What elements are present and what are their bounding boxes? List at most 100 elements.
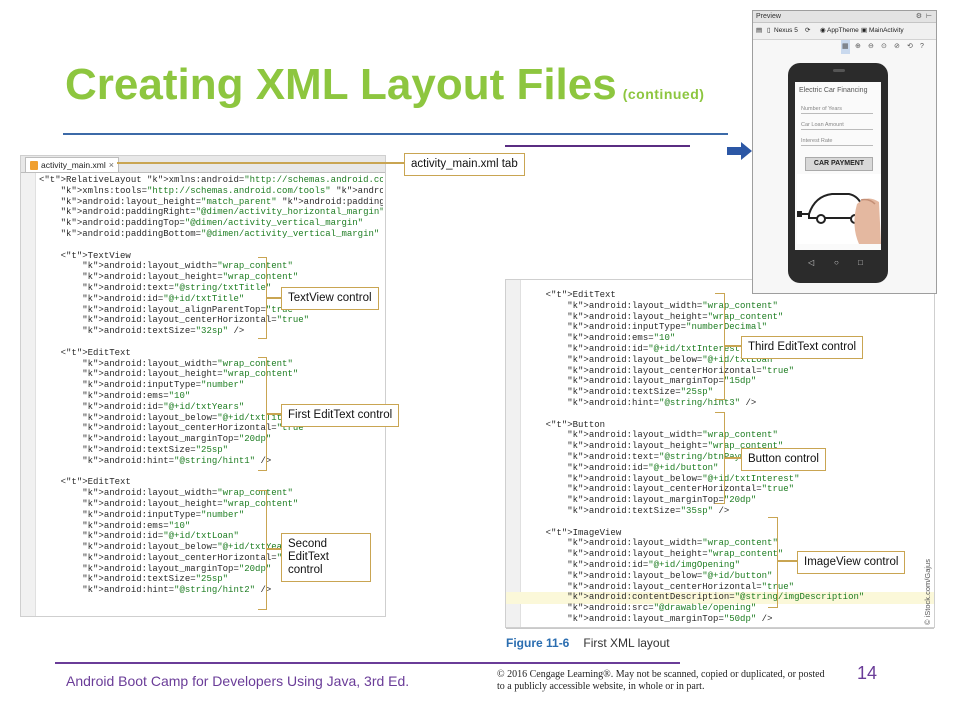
- home-icon[interactable]: ○: [834, 258, 839, 267]
- callout-first-edittext-text: First EditText control: [288, 409, 393, 421]
- rotate-icon[interactable]: ⟳: [805, 23, 810, 39]
- code-line: "k">android:layout_centerHorizontal="tru…: [567, 581, 795, 592]
- third-edittext-bracket: [715, 293, 725, 400]
- code-line: "k">android:textSize="25sp": [82, 444, 229, 455]
- callout-third-edittext: Third EditText control: [741, 336, 864, 359]
- code-line: "k">android:layout_width="wrap_content": [82, 261, 293, 272]
- code-line: "k">android:layout_height="wrap_content": [82, 369, 299, 380]
- code-line: <"t">ImageView: [524, 527, 622, 538]
- tab-callout-line: [117, 162, 404, 164]
- recent-apps-icon[interactable]: □: [858, 258, 863, 267]
- device-selector[interactable]: Nexus 5: [774, 23, 798, 39]
- code-line: <"t">EditText: [39, 477, 131, 488]
- button-callout-line: [724, 457, 741, 459]
- code-line: "k">android:layout_marginTop="20dp": [82, 434, 272, 445]
- imageview-bracket: [768, 517, 778, 608]
- figure-credit: © iStock.com/Gajus: [923, 540, 933, 625]
- code-line: "k">android:layout_width="wrap_content": [82, 358, 293, 369]
- code-line: "k">android:ems="10": [82, 390, 191, 401]
- third-edittext-callout-line: [724, 345, 741, 347]
- code-line: <"t">RelativeLayout "k">xmlns:android="h…: [39, 175, 383, 185]
- second-edittext-bracket: [258, 490, 267, 610]
- zoom-out-icon[interactable]: ⊖: [868, 40, 874, 54]
- footer-course-title: Android Boot Camp for Developers Using J…: [66, 673, 410, 689]
- code-line: "k">android:inputType="number": [82, 380, 245, 391]
- slide-title-text: Creating XML Layout Files: [65, 60, 617, 109]
- tab-label: activity_main.xml: [41, 160, 106, 170]
- code-line: "k">android:paddingBottom="@dimen/activi…: [60, 228, 380, 239]
- car-payment-button[interactable]: CAR PAYMENT: [805, 157, 873, 171]
- back-icon[interactable]: ◁: [808, 258, 814, 267]
- imageview-callout-line: [777, 560, 797, 562]
- help-icon[interactable]: ?: [920, 40, 924, 54]
- interest-input[interactable]: Interest Rate: [801, 138, 873, 146]
- zoom-actual-icon[interactable]: ⊘: [894, 40, 900, 54]
- activity-icon[interactable]: ▣: [861, 23, 867, 39]
- code-line: "k">android:textSize="32sp" />: [82, 326, 245, 337]
- callout-button-text: Button control: [748, 453, 819, 465]
- app-title: Electric Car Financing: [799, 87, 868, 94]
- slide-title-suffix: (continued): [622, 86, 705, 102]
- activity-selector[interactable]: MainActivity: [869, 23, 904, 39]
- preview-toolbar: ▤ ▯ Nexus 5 ⟳ ◉ AppTheme ▣ MainActivity: [753, 23, 936, 40]
- callout-third-edittext-text: Third EditText control: [748, 341, 857, 353]
- slide-title: Creating XML Layout Files (continued): [65, 60, 704, 110]
- phone-screen: Electric Car Financing Number of Years C…: [795, 82, 881, 250]
- code-line: "k">android:layout_marginTop="50dp" />: [567, 613, 773, 624]
- code-line: "k">android:textSize="35sp" />: [567, 505, 730, 516]
- callout-button: Button control: [741, 448, 826, 471]
- layout-icon[interactable]: ▤: [756, 23, 762, 39]
- phone-device: Electric Car Financing Number of Years C…: [788, 63, 888, 283]
- code-line: "k">android:layout_height="wrap_content": [82, 498, 299, 509]
- figure-caption-text: First XML layout: [583, 636, 670, 650]
- preview-header: Preview ⚙ ⊢: [753, 11, 936, 23]
- footer-rule: [55, 662, 680, 664]
- code-line: "k">android:layout_centerHorizontal="tru…: [82, 315, 310, 326]
- phone-nav-bar: ◁ ○ □: [788, 253, 888, 275]
- callout-textview-text: TextView control: [288, 292, 372, 304]
- copyright-notice: © 2016 Cengage Learning®. May not be sca…: [497, 669, 825, 692]
- zoom-reset-icon[interactable]: ⊙: [881, 40, 887, 54]
- car-plug-image: [797, 174, 881, 244]
- preview-title: Preview: [756, 13, 781, 20]
- textview-callout-line: [266, 297, 281, 299]
- years-input[interactable]: Number of Years: [801, 106, 873, 114]
- fit-screen-icon[interactable]: ▦: [841, 40, 850, 54]
- code-line: "k">android:layout_height="match_parent"…: [60, 196, 383, 207]
- callout-activity-tab-text: activity_main.xml tab: [411, 158, 518, 170]
- tab-activity-main[interactable]: activity_main.xml ×: [25, 157, 119, 172]
- close-icon[interactable]: ×: [109, 160, 114, 170]
- phone-speaker: [833, 69, 845, 72]
- minimize-icon[interactable]: ⊢: [926, 11, 932, 22]
- callout-second-edittext: Second EditText control: [281, 533, 371, 582]
- page-number: 14: [857, 663, 878, 683]
- figure-label: Figure 11-6: [506, 636, 570, 650]
- figure-credit-text: © iStock.com/Gajus: [923, 559, 932, 625]
- callout-activity-tab: activity_main.xml tab: [404, 153, 525, 176]
- loan-input[interactable]: Car Loan Amount: [801, 122, 873, 130]
- zoom-in-icon[interactable]: ⊕: [855, 40, 861, 54]
- xml-file-icon: [30, 160, 38, 170]
- code-line: "k">android:contentDescription="@string/…: [567, 592, 865, 603]
- code-line: "k">android:src="@drawable/opening": [567, 603, 757, 614]
- preview-panel: Preview ⚙ ⊢ ▤ ▯ Nexus 5 ⟳ ◉ AppTheme ▣ M…: [752, 10, 937, 294]
- theme-icon[interactable]: ◉: [820, 23, 826, 39]
- theme-selector[interactable]: AppTheme: [827, 23, 859, 39]
- figure-caption-rule: [506, 628, 934, 629]
- code-line: "k">xmlns:tools="http://schemas.android.…: [60, 185, 383, 196]
- code-line: "k">android:layout_width="wrap_content": [567, 538, 778, 549]
- code-line: <"t">TextView: [39, 250, 131, 261]
- right-editor-gutter: [506, 280, 521, 627]
- device-icon[interactable]: ▯: [767, 23, 771, 39]
- editor-gutter: [21, 173, 36, 616]
- callout-imageview: ImageView control: [797, 551, 906, 574]
- editor-tab-bar: activity_main.xml ×: [21, 156, 385, 173]
- refresh-icon[interactable]: ⟲: [907, 40, 913, 54]
- code-line: "k">android:paddingTop="@dimen/activity_…: [60, 218, 364, 229]
- title-rule-secondary: [505, 145, 690, 147]
- callout-textview: TextView control: [281, 287, 379, 310]
- settings-icon[interactable]: ⚙: [916, 11, 922, 22]
